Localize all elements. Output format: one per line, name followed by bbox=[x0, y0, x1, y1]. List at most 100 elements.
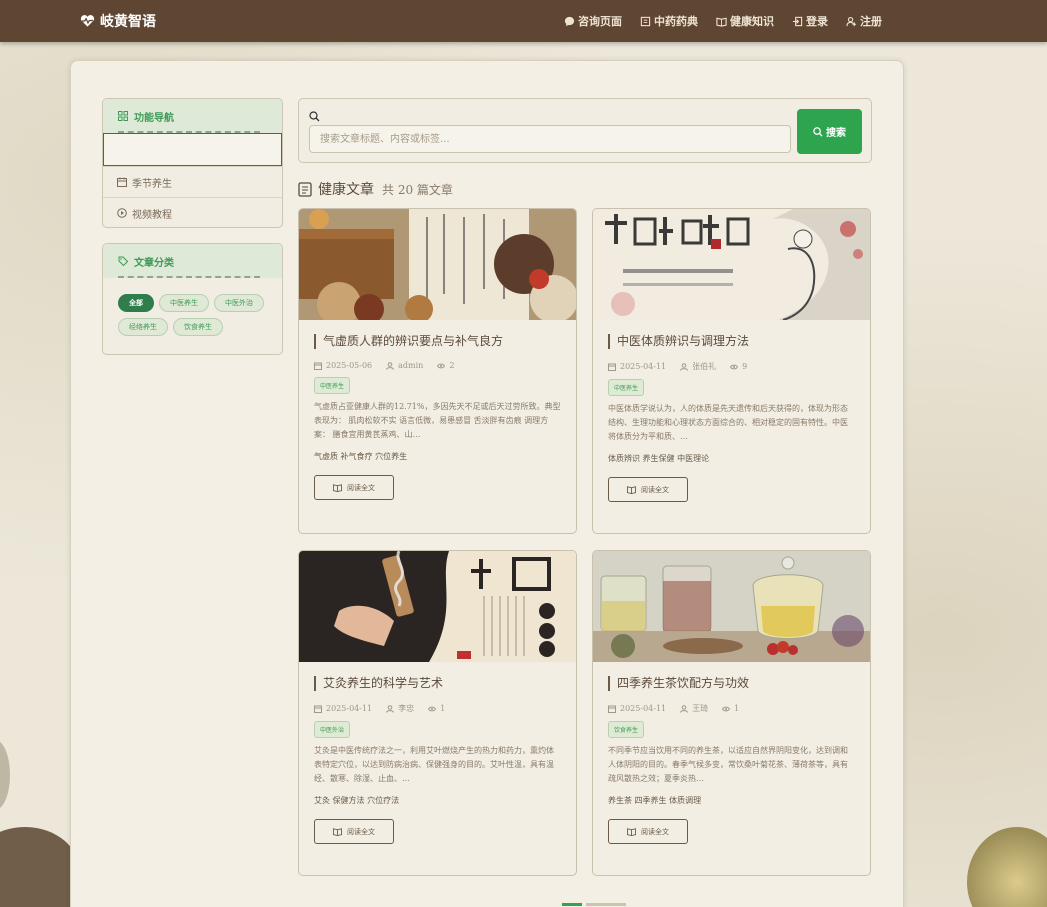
article-date: 2025-04-11 bbox=[620, 704, 667, 713]
eye-icon bbox=[437, 363, 446, 368]
article-meta: 2025-04-11 张伯礼 9 bbox=[608, 361, 855, 372]
tag-icon bbox=[118, 256, 128, 266]
nav-herbs[interactable]: 中药药典 bbox=[640, 13, 698, 29]
article-excerpt: 气虚质占亚健康人群的12.71%，多因先天不足或后天过劳所致。典型表现为： 肌肉… bbox=[314, 402, 561, 439]
nav-login-label: 登录 bbox=[806, 15, 828, 28]
article-image-tcm-calligraphy[interactable] bbox=[593, 209, 870, 320]
article-card[interactable]: 艾灸养生的科学与艺术 2025-04-11 李忠 1 中医外治 艾灸是中医传统疗… bbox=[298, 550, 577, 876]
article-author: 张伯礼 bbox=[692, 362, 717, 371]
calendar-icon bbox=[608, 705, 616, 713]
article-author: admin bbox=[398, 361, 424, 370]
nav-register[interactable]: 注册 bbox=[846, 13, 882, 29]
article-tag[interactable]: 中医养生 bbox=[608, 379, 645, 396]
article-image-herbs-scroll[interactable] bbox=[299, 209, 576, 320]
sidebar-item-video[interactable]: 视频教程 bbox=[103, 197, 282, 227]
open-book-icon bbox=[627, 486, 636, 494]
brand-name: 岐黄智语 bbox=[100, 14, 156, 30]
article-views: 1 bbox=[734, 704, 740, 713]
nav-knowledge-label: 健康知识 bbox=[730, 15, 774, 28]
article-tag[interactable]: 饮食养生 bbox=[608, 721, 645, 738]
brand-logo[interactable]: 岐黄智语 bbox=[80, 11, 156, 31]
search-input[interactable] bbox=[309, 125, 791, 153]
calendar-icon bbox=[117, 177, 127, 187]
search-panel: 搜索 bbox=[298, 98, 872, 163]
login-icon bbox=[792, 16, 803, 26]
read-more-label: 阅读全文 bbox=[347, 827, 375, 836]
page-indicator-active[interactable] bbox=[562, 903, 582, 906]
article-keywords: 气虚质 补气食疗 穴位养生 bbox=[314, 452, 408, 461]
article-author: 王琦 bbox=[692, 704, 709, 713]
book-icon bbox=[640, 16, 651, 26]
article-tag[interactable]: 中医养生 bbox=[314, 377, 351, 394]
read-more-button[interactable]: 阅读全文 bbox=[314, 475, 394, 500]
article-date: 2025-04-11 bbox=[620, 362, 667, 371]
pagination bbox=[562, 903, 626, 906]
open-book-icon bbox=[716, 17, 727, 27]
article-tag[interactable]: 中医外治 bbox=[314, 721, 351, 738]
chat-icon bbox=[564, 16, 575, 26]
play-icon bbox=[117, 208, 127, 218]
section-header: 健康文章 共 20 篇文章 bbox=[298, 179, 453, 199]
tea-image bbox=[593, 551, 870, 662]
article-card[interactable]: 中医体质辨识与调理方法 2025-04-11 张伯礼 9 中医养生 中医体质学说… bbox=[592, 208, 871, 534]
eye-icon bbox=[428, 706, 437, 711]
sidebar-item-active-blank[interactable] bbox=[103, 133, 282, 166]
article-count: 共 20 篇文章 bbox=[382, 182, 453, 197]
user-plus-icon bbox=[846, 16, 857, 26]
read-more-button[interactable]: 阅读全文 bbox=[608, 477, 688, 502]
article-author: 李忠 bbox=[398, 704, 415, 713]
page-indicator[interactable] bbox=[586, 903, 626, 906]
article-title[interactable]: 中医体质辨识与调理方法 bbox=[608, 334, 855, 349]
article-views: 2 bbox=[449, 361, 455, 370]
herbs-image bbox=[299, 209, 576, 320]
article-title[interactable]: 四季养生茶饮配方与功效 bbox=[608, 676, 855, 691]
read-more-button[interactable]: 阅读全文 bbox=[314, 819, 394, 844]
nav-login[interactable]: 登录 bbox=[792, 13, 828, 29]
read-more-button[interactable]: 阅读全文 bbox=[608, 819, 688, 844]
nav-knowledge[interactable]: 健康知识 bbox=[716, 13, 774, 29]
user-icon bbox=[386, 361, 395, 370]
eye-icon bbox=[730, 364, 739, 369]
eye-icon bbox=[722, 706, 731, 711]
nav-consult[interactable]: 咨询页面 bbox=[564, 13, 622, 29]
article-card[interactable]: 四季养生茶饮配方与功效 2025-04-11 王琦 1 饮食养生 不同季节应当饮… bbox=[592, 550, 871, 876]
category-external-therapy[interactable]: 中医外治 bbox=[214, 294, 264, 312]
article-card[interactable]: 气虚质人群的辨识要点与补气良方 2025-05-06 admin 2 中医养生 … bbox=[298, 208, 577, 534]
nav-consult-label: 咨询页面 bbox=[578, 15, 622, 28]
nav-register-label: 注册 bbox=[860, 15, 882, 28]
heart-pulse-icon bbox=[80, 15, 95, 27]
calligraphy-image bbox=[593, 209, 870, 320]
sidebar-item-seasonal-label: 季节养生 bbox=[132, 178, 172, 190]
sidebar-category-panel: 文章分类 全部 中医养生 中医外治 经络养生 饮食养生 bbox=[102, 243, 283, 355]
search-icon bbox=[309, 111, 320, 122]
category-diet[interactable]: 饮食养生 bbox=[173, 318, 223, 336]
sidebar-item-seasonal[interactable]: 季节养生 bbox=[103, 166, 282, 197]
article-image-herbal-tea[interactable] bbox=[593, 551, 870, 662]
category-tcm-health[interactable]: 中医养生 bbox=[159, 294, 209, 312]
article-date: 2025-04-11 bbox=[326, 704, 373, 713]
article-icon bbox=[298, 181, 312, 197]
article-excerpt: 中医体质学说认为，人的体质是先天遗传和后天获得的，体现为形态结构、生理功能和心理… bbox=[608, 404, 848, 441]
calendar-icon bbox=[314, 362, 322, 370]
user-icon bbox=[386, 704, 395, 713]
sidebar-category-header: 文章分类 bbox=[103, 244, 282, 278]
article-title[interactable]: 艾灸养生的科学与艺术 bbox=[314, 676, 561, 691]
article-image-moxibustion[interactable] bbox=[299, 551, 576, 662]
category-meridian[interactable]: 经络养生 bbox=[118, 318, 168, 336]
sidebar-category-title: 文章分类 bbox=[134, 257, 174, 269]
user-icon bbox=[680, 362, 689, 371]
section-title: 健康文章 bbox=[318, 182, 374, 198]
sidebar-nav-header: 功能导航 bbox=[103, 99, 282, 133]
category-list: 全部 中医养生 中医外治 经络养生 饮食养生 bbox=[103, 278, 282, 346]
read-more-label: 阅读全文 bbox=[347, 483, 375, 492]
article-views: 9 bbox=[742, 362, 748, 371]
article-date: 2025-05-06 bbox=[326, 361, 373, 370]
sidebar-nav-panel: 功能导航 季节养生 视频教程 bbox=[102, 98, 283, 228]
category-all[interactable]: 全部 bbox=[118, 294, 154, 312]
article-meta: 2025-05-06 admin 2 bbox=[314, 361, 561, 370]
search-button[interactable]: 搜索 bbox=[797, 109, 862, 154]
article-title[interactable]: 气虚质人群的辨识要点与补气良方 bbox=[314, 334, 561, 349]
open-book-icon bbox=[627, 828, 636, 836]
article-views: 1 bbox=[440, 704, 446, 713]
nav-herbs-label: 中药药典 bbox=[654, 15, 698, 28]
